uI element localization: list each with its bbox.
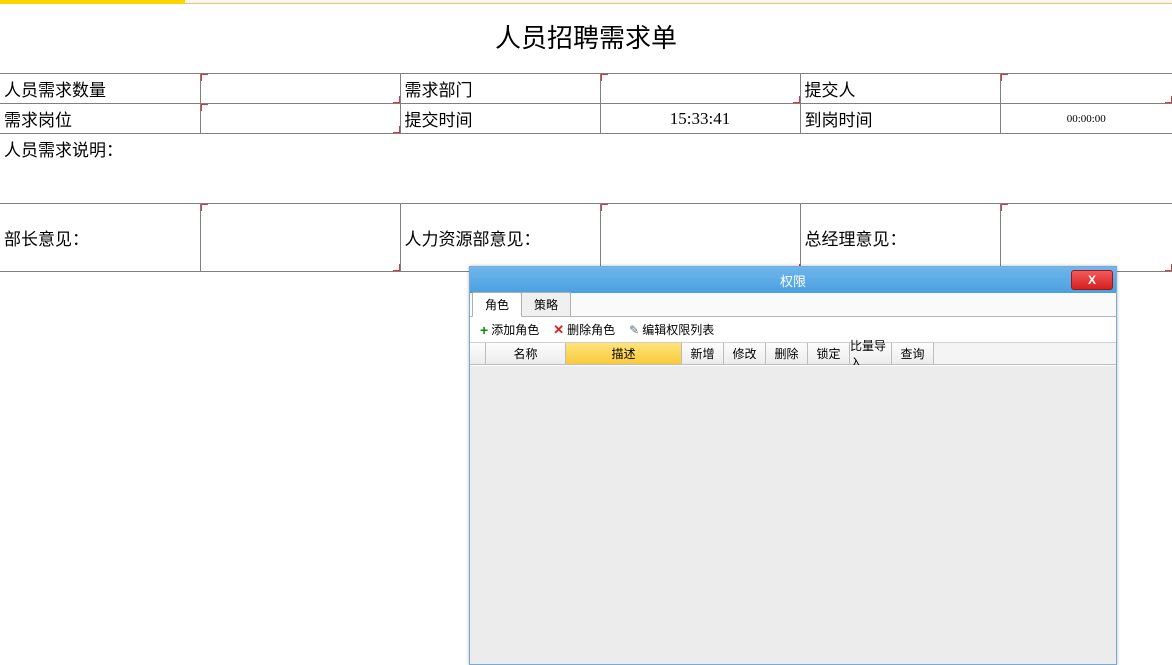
- tab-policy[interactable]: 策略: [521, 292, 571, 316]
- post-field[interactable]: [200, 104, 400, 134]
- grid-body[interactable]: [470, 365, 1116, 664]
- grid-header-mod[interactable]: 修改: [724, 343, 766, 364]
- form-title: 人员招聘需求单: [0, 8, 1172, 73]
- opinion2-label: 人力资源部意见：: [400, 204, 600, 272]
- submit-time-label: 提交时间: [400, 104, 600, 134]
- form-table: 人员需求数量 需求部门 提交人 需求岗位 提交时间 15:33:41 到岗时间 …: [0, 73, 1172, 272]
- arrival-time-value[interactable]: 00:00:00: [1000, 104, 1172, 134]
- dialog-close-button[interactable]: X: [1071, 270, 1113, 290]
- wrench-icon: ✎: [629, 323, 639, 337]
- dept-label: 需求部门: [400, 74, 600, 104]
- tab-role[interactable]: 角色: [472, 292, 522, 317]
- grid-header-name[interactable]: 名称: [486, 343, 566, 364]
- x-icon: ✕: [553, 322, 564, 338]
- opinion1-label: 部长意见：: [0, 204, 200, 272]
- permissions-dialog: 权限 X 角色 策略 + 添加角色 ✕ 删除角色 ✎ 编辑权限列表 名称 描述 …: [469, 266, 1117, 665]
- post-label: 需求岗位: [0, 104, 200, 134]
- edit-permlist-label: 编辑权限列表: [642, 321, 714, 338]
- grid-header-batch[interactable]: 比量导入: [850, 343, 892, 364]
- add-role-button[interactable]: + 添加角色: [476, 319, 543, 340]
- opinion3-field[interactable]: [1000, 204, 1172, 272]
- opinion3-label: 总经理意见：: [800, 204, 1000, 272]
- submit-time-value[interactable]: 15:33:41: [600, 104, 800, 134]
- add-role-label: 添加角色: [491, 321, 539, 338]
- dialog-tabs: 角色 策略: [470, 293, 1116, 317]
- grid-header-stub[interactable]: [470, 343, 486, 364]
- grid-header-desc[interactable]: 描述: [566, 343, 682, 364]
- submitter-field[interactable]: [1000, 74, 1172, 104]
- form-sheet: 人员招聘需求单 人员需求数量 需求部门 提交人 需求岗位 提交时间 15:33:…: [0, 4, 1172, 272]
- qty-label: 人员需求数量: [0, 74, 200, 104]
- opinion1-field[interactable]: [200, 204, 400, 272]
- submitter-label: 提交人: [800, 74, 1000, 104]
- plus-icon: +: [480, 322, 488, 338]
- edit-permlist-button[interactable]: ✎ 编辑权限列表: [625, 319, 718, 340]
- grid-header-add[interactable]: 新增: [682, 343, 724, 364]
- close-icon: X: [1088, 273, 1096, 287]
- opinion2-field[interactable]: [600, 204, 800, 272]
- delete-role-label: 删除角色: [567, 321, 615, 338]
- dept-field[interactable]: [600, 74, 800, 104]
- qty-field[interactable]: [200, 74, 400, 104]
- dialog-titlebar[interactable]: 权限 X: [470, 267, 1116, 293]
- dialog-title: 权限: [780, 271, 806, 290]
- grid-header-query[interactable]: 查询: [892, 343, 934, 364]
- grid-header-del[interactable]: 删除: [766, 343, 808, 364]
- delete-role-button[interactable]: ✕ 删除角色: [549, 319, 619, 340]
- grid-header-lock[interactable]: 锁定: [808, 343, 850, 364]
- arrival-time-label: 到岗时间: [800, 104, 1000, 134]
- grid-header: 名称 描述 新增 修改 删除 锁定 比量导入 查询: [470, 343, 1116, 365]
- desc-label[interactable]: 人员需求说明：: [0, 134, 1172, 204]
- dialog-toolbar: + 添加角色 ✕ 删除角色 ✎ 编辑权限列表: [470, 317, 1116, 343]
